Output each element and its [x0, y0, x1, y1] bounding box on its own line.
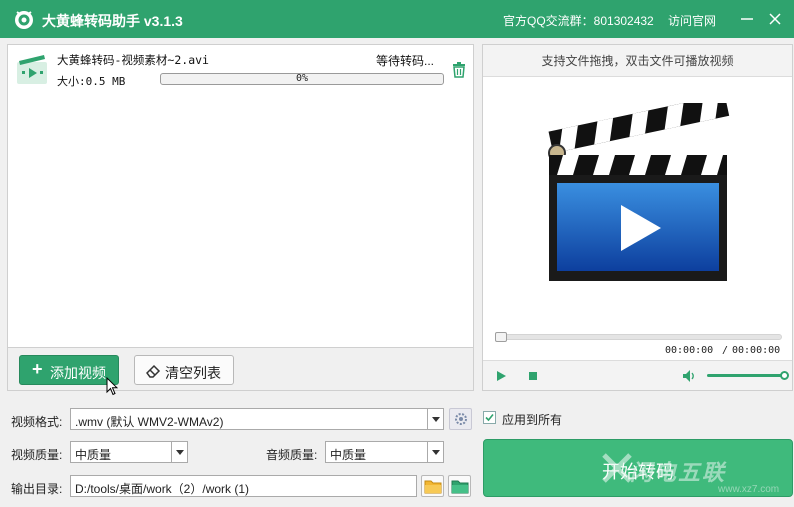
- file-status: 等待转码...: [376, 54, 435, 68]
- seek-handle[interactable]: [495, 332, 507, 342]
- stop-icon[interactable]: [528, 371, 538, 381]
- app-title: 大黄蜂转码助手 v3.1.3: [42, 13, 183, 29]
- watermark: 闪电五联 www.xz7.com: [600, 451, 790, 503]
- progress-text: 0%: [295, 73, 309, 84]
- chevron-down-icon: [427, 442, 443, 462]
- format-label: 视频格式:: [11, 415, 63, 429]
- eraser-icon: [146, 364, 161, 378]
- player-controls: [483, 360, 792, 390]
- check-icon: [485, 413, 494, 422]
- audio-quality-label: 音频质量:: [266, 448, 318, 462]
- time-separator: /: [722, 345, 729, 356]
- plus-icon: +: [32, 359, 43, 379]
- audio-quality-select[interactable]: 中质量: [325, 441, 444, 463]
- file-size: 大小:0.5 MB: [57, 75, 126, 88]
- preview-panel: 支持文件拖拽，双击文件可播放视频 00:00:00 / 00:00:00: [482, 44, 793, 391]
- play-icon[interactable]: [495, 370, 507, 382]
- file-list-panel: 大黄蜂转码-视频素材~2.avi 等待转码... 大小:0.5 MB 0% + …: [7, 44, 474, 391]
- current-time: 00:00:00: [665, 345, 714, 356]
- qq-group-text: 官方QQ交流群：801302432: [503, 14, 654, 28]
- chevron-down-icon: [171, 442, 187, 462]
- output-dir-label: 输出目录:: [11, 482, 63, 496]
- trash-icon[interactable]: [452, 62, 466, 78]
- clear-list-button[interactable]: 清空列表: [134, 355, 234, 385]
- gear-icon: [455, 413, 467, 425]
- video-quality-select[interactable]: 中质量: [70, 441, 188, 463]
- folder-icon: [424, 480, 442, 494]
- file-list-footer: + 添加视频 清空列表: [8, 347, 473, 390]
- watermark-text: 闪电五联: [630, 460, 727, 485]
- seek-bar[interactable]: [495, 332, 782, 342]
- clear-list-label: 清空列表: [165, 365, 221, 381]
- format-value: .wmv (默认 WMV2-WMAv2): [75, 415, 224, 429]
- folder-open-icon: [451, 480, 469, 494]
- visit-site-link[interactable]: 访问官网: [668, 12, 716, 29]
- video-quality-label: 视频质量:: [11, 448, 63, 462]
- minimize-icon[interactable]: [737, 9, 757, 29]
- progress-bar: 0%: [160, 73, 444, 85]
- title-bar: 大黄蜂转码助手 v3.1.3 官方QQ交流群：801302432 访问官网: [0, 0, 794, 38]
- clapperboard-icon[interactable]: [543, 103, 733, 283]
- audio-quality-value: 中质量: [330, 448, 367, 462]
- preview-hint: 支持文件拖拽，双击文件可播放视频: [483, 45, 792, 77]
- add-video-label: 添加视频: [50, 365, 106, 381]
- apply-all-checkbox[interactable]: [483, 411, 496, 424]
- browse-folder-button[interactable]: [421, 475, 444, 497]
- file-name: 大黄蜂转码-视频素材~2.avi: [57, 53, 209, 67]
- video-quality-value: 中质量: [75, 448, 112, 462]
- add-video-button[interactable]: + 添加视频: [19, 355, 119, 385]
- volume-icon[interactable]: [682, 369, 696, 383]
- watermark-logo-icon: [602, 453, 632, 483]
- volume-handle[interactable]: [780, 371, 789, 380]
- watermark-url: www.xz7.com: [718, 484, 780, 495]
- mouse-cursor-icon: [106, 377, 118, 396]
- app-logo-icon: [15, 11, 33, 29]
- video-file-icon: [17, 55, 47, 84]
- total-time: 00:00:00: [732, 345, 781, 356]
- apply-all-label[interactable]: 应用到所有: [502, 411, 562, 428]
- volume-slider[interactable]: [707, 371, 789, 380]
- chevron-down-icon: [427, 409, 443, 429]
- list-item[interactable]: 大黄蜂转码-视频素材~2.avi 等待转码... 大小:0.5 MB 0%: [8, 45, 473, 93]
- format-select[interactable]: .wmv (默认 WMV2-WMAv2): [70, 408, 444, 430]
- close-icon[interactable]: [765, 9, 785, 29]
- format-settings-button[interactable]: [449, 408, 472, 430]
- open-folder-button[interactable]: [448, 475, 471, 497]
- output-dir-field[interactable]: D:/tools/桌面/work（2）/work (1): [70, 475, 417, 497]
